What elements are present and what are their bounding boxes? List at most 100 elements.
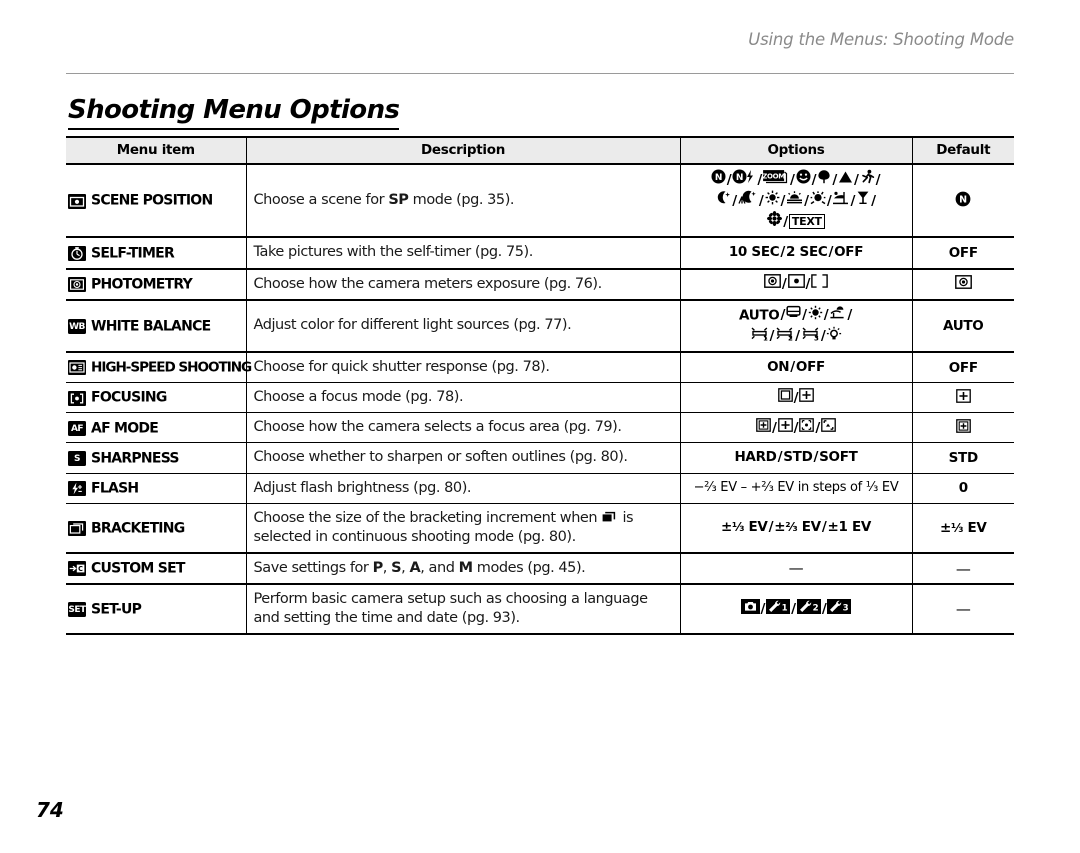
running-header: Using the Menus: Shooting Mode [748,30,1014,49]
portrait-scene-icon [796,169,811,190]
af-multi-icon [777,417,793,438]
options-cell: — [680,552,913,586]
mode-m: M [458,559,473,576]
incandescent-wb-icon [826,326,842,347]
set-up-icon: SET [68,602,86,618]
menu-item-cell: PHOTOMETRY [66,268,246,301]
white-balance-icon: WB [68,318,86,334]
menu-item-cell: WB WHITE BALANCE [66,299,246,354]
table-row: SELF-TIMER Take pictures with the self-t… [66,237,1014,270]
option-hard: HARD [734,449,777,466]
page-number: 74 [36,798,64,822]
table-row: C CUSTOM SET Save settings for P, S, A, … [66,552,1014,586]
option-2sec: 2 SEC [786,244,828,261]
column-header-description: Description [245,136,681,165]
flash-icon [68,480,86,496]
menu-item-label: BRACKETING [91,520,185,537]
options-cell: AUTO// // 1/2/3/ [680,299,913,354]
setup-camera-icon [740,598,760,620]
menu-item-label: FOCUSING [91,390,167,406]
night-tripod-scene-icon [738,190,758,211]
options-cell: / [680,382,913,414]
self-timer-icon [68,245,86,261]
option-bracket-third: ±⅓ EV [720,519,768,536]
column-header-menu-item: Menu item [66,136,247,165]
default-none: — [955,559,971,578]
fluorescent2-wb-icon: 2 [775,326,794,347]
shooting-menu-options-table: Menu item Description Options Default SC… [66,136,1014,636]
svg-text:2: 2 [812,603,818,613]
default-cell: STD [912,442,1014,474]
table-row: BRACKETING Choose the size of the bracke… [66,503,1014,554]
desc-part: , and [420,559,459,576]
spot-metering-icon [787,274,805,294]
menu-item-cell: SELF-TIMER [66,237,246,270]
svg-text:2: 2 [788,334,793,341]
setup-wrench1-icon: 1 [766,598,791,620]
svg-text:1: 1 [782,603,788,613]
mode-a: A [409,559,421,576]
multi-metering-default-icon [954,275,972,293]
af-mode-icon: AF [68,420,86,436]
table-row: FLASH Adjust flash brightness (pg. 80). … [66,473,1014,504]
desc-part: Save settings for [253,559,373,576]
daylight-wb-icon [808,305,823,326]
high-speed-shooting-icon [68,360,86,376]
options-cell: ±⅓ EV/±⅔ EV/±1 EV [680,503,913,554]
table-row: WB WHITE BALANCE Adjust color for differe… [66,299,1014,354]
beach-scene-icon [832,190,849,211]
average-metering-icon [811,274,828,294]
menu-item-label: AF MODE [91,420,159,437]
menu-item-cell: FOCUSING [66,382,246,414]
description-text-pre: Choose a scene for [253,192,389,209]
af-center-default-icon [955,418,971,437]
description-text-pre: Choose the size of the bracketing increm… [253,509,602,526]
table-row: PHOTOMETRY Choose how the camera meters … [66,268,1014,301]
options-cell: / / / [680,412,913,444]
option-bracket-two-thirds: ±⅔ EV [774,519,821,536]
option-off: OFF [795,359,825,376]
description-text-post: mode (pg. 35). [408,192,515,209]
default-cell: OFF [912,352,1014,384]
default-fraction: ⅓ [950,520,964,535]
mode-s: S [391,559,402,576]
column-header-default: Default [911,136,1014,165]
default-cell: — [912,552,1014,586]
scene-position-icon [68,193,86,209]
description-cell: Perform basic camera setup such as choos… [245,584,681,636]
desc-part: modes (pg. 45). [472,559,586,576]
custom-wb-icon [786,305,801,325]
description-cell: Take pictures with the self-timer (pg. 7… [245,237,681,270]
description-cell: Choose a scene for SP mode (pg. 35). [245,164,681,239]
table-row: HIGH-SPEED SHOOTING Choose for quick shu… [66,352,1014,384]
svg-text:3: 3 [843,603,849,613]
option-bracket-one: ±1 EV [827,519,872,536]
party-scene-icon [856,190,870,211]
area-focus-icon [777,387,793,408]
default-cell [912,382,1014,414]
options-cell: ON/OFF [680,352,913,384]
svg-text:3: 3 [814,334,819,341]
landscape-scene-icon [838,170,853,190]
default-cell [912,268,1014,301]
svg-text:ZOOM: ZOOM [763,172,785,180]
options-cell: HARD/STD/SOFT [680,442,913,474]
flower2-scene-icon [767,211,783,232]
menu-item-cell: BRACKETING [66,503,246,554]
options-cell: 10 SEC/2 SEC/OFF [680,237,913,270]
table-row: SCENE POSITION Choose a scene for SP mod… [66,164,1014,239]
menu-item-label: SHARPNESS [91,450,179,467]
bracketing-icon [68,520,86,536]
svg-text:N: N [959,194,967,205]
options-cell: −⅔ EV – +⅔ EV in steps of ⅓ EV [680,473,913,504]
desc-part: , [382,559,392,576]
flash-range-text: −⅔ EV – +⅔ EV in steps of ⅓ EV [693,479,899,495]
menu-item-cell: SCENE POSITION [66,164,246,239]
text-scene-icon: TEXT [788,214,825,230]
multi-metering-icon [763,274,781,294]
menu-item-cell: FLASH [66,473,246,504]
default-cell [912,412,1014,444]
photometry-icon [68,276,86,292]
description-cell: Adjust color for different light sources… [245,299,681,354]
natural-light-default-icon: N [955,191,971,211]
